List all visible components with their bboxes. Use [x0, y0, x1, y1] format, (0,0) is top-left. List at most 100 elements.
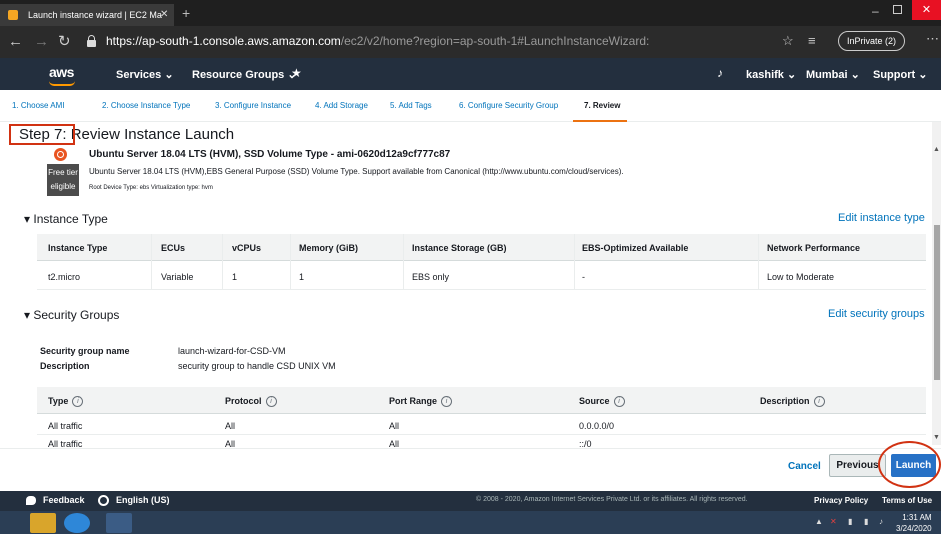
col-header-port-range-label: Port Range — [389, 396, 438, 406]
col-header-port-range[interactable]: Port Range i — [389, 396, 453, 408]
aws-console-footer: Feedback English (US) © 2008 - 2020, Ama… — [0, 491, 941, 511]
col-header-type[interactable]: Type i — [48, 396, 84, 408]
col-header-protocol[interactable]: Protocol i — [225, 396, 277, 408]
security-groups-section-toggle[interactable]: ▾ Security Groups — [24, 308, 119, 322]
language-selector[interactable]: English (US) — [116, 495, 170, 505]
back-arrow-icon[interactable]: ← — [8, 33, 23, 50]
paint-app-icon[interactable] — [106, 513, 132, 533]
terms-of-use-link[interactable]: Terms of Use — [882, 496, 932, 505]
resource-groups-menu[interactable]: Resource Groups ⌄ — [192, 68, 297, 81]
security-groups-heading: Security Groups — [33, 308, 120, 322]
col-header-instance-type[interactable]: Instance Type — [48, 243, 107, 253]
region-menu[interactable]: Mumbai ⌄ — [806, 68, 860, 81]
url-path: /ec2/v2/home?region=ap-south-1#LaunchIns… — [340, 34, 650, 48]
caret-down-icon: ▾ — [24, 308, 34, 322]
cancel-button[interactable]: Cancel — [788, 461, 821, 472]
col-header-instance-storage[interactable]: Instance Storage (GB) — [412, 243, 507, 253]
tab-title: Launch instance wizard | EC2 Ma — [28, 10, 162, 20]
col-divider — [222, 234, 223, 289]
row-divider — [37, 434, 926, 435]
col-header-memory[interactable]: Memory (GiB) — [299, 243, 358, 253]
col-header-description[interactable]: Description i — [760, 396, 825, 408]
info-icon[interactable]: i — [265, 396, 277, 408]
wizard-step-choose-instance-type[interactable]: 2. Choose Instance Type — [102, 101, 190, 110]
tray-wifi-icon[interactable]: ▮ — [848, 517, 852, 526]
free-tier-badge: Free tier eligible — [47, 164, 79, 196]
col-header-source[interactable]: Source i — [579, 396, 625, 408]
lock-icon[interactable] — [87, 35, 96, 47]
pin-icon[interactable]: ★ — [291, 66, 302, 80]
tray-signal-icon[interactable]: ▮ — [864, 517, 868, 526]
tab-close-icon[interactable]: ✕ — [160, 4, 168, 26]
user-menu[interactable]: kashifk ⌄ — [746, 68, 796, 81]
maximize-icon[interactable] — [893, 5, 902, 14]
col-header-ebs-optimized[interactable]: EBS-Optimized Available — [582, 243, 688, 253]
windows-taskbar: ▲ ✕ ▮ ▮ ♪ 1:31 AM 3/24/2020 — [0, 511, 941, 534]
wizard-step-configure-security-group[interactable]: 6. Configure Security Group — [459, 101, 558, 110]
cell-ecus: Variable — [161, 272, 194, 282]
wizard-steps: 1. Choose AMI 2. Choose Instance Type 3.… — [0, 90, 941, 122]
wizard-step-choose-ami[interactable]: 1. Choose AMI — [12, 101, 64, 110]
col-header-ecus[interactable]: ECUs — [161, 243, 185, 253]
instance-type-heading: Instance Type — [33, 212, 108, 226]
info-icon[interactable]: i — [441, 396, 453, 408]
cell-network-performance: Low to Moderate — [767, 272, 835, 282]
support-menu[interactable]: Support ⌄ — [873, 68, 927, 81]
tray-chevron-icon[interactable]: ▲ — [815, 517, 823, 526]
tray-network-icon[interactable]: ✕ — [830, 517, 837, 526]
services-menu[interactable]: Services ⌄ — [116, 68, 174, 81]
free-tier-line2: eligible — [50, 182, 76, 191]
wizard-step-add-storage[interactable]: 4. Add Storage — [315, 101, 368, 110]
forward-arrow-icon[interactable]: → — [34, 33, 49, 50]
free-tier-line1: Free tier — [48, 168, 78, 177]
wizard-step-configure-instance[interactable]: 3. Configure Instance — [215, 101, 291, 110]
edit-instance-type-link[interactable]: Edit instance type — [838, 212, 925, 224]
wizard-step-review[interactable]: 7. Review — [584, 101, 620, 110]
ami-name: Ubuntu Server 18.04 LTS (HVM), SSD Volum… — [89, 149, 451, 160]
minimize-icon[interactable]: – — [872, 4, 879, 18]
info-icon[interactable]: i — [613, 396, 625, 408]
refresh-icon[interactable]: ↻ — [58, 32, 71, 50]
rule-row-1-type: All traffic — [48, 421, 83, 431]
more-menu-icon[interactable]: ⋯ — [926, 31, 939, 47]
aws-console-header: aws Services ⌄ Resource Groups ⌄ ★ ♪ kas… — [0, 58, 941, 90]
favorite-star-icon[interactable]: ☆ — [782, 33, 794, 49]
ami-description: Ubuntu Server 18.04 LTS (HVM),EBS Genera… — [89, 167, 624, 176]
privacy-policy-link[interactable]: Privacy Policy — [814, 496, 868, 505]
new-tab-icon[interactable]: + — [182, 6, 190, 20]
url-field[interactable]: https://ap-south-1.console.aws.amazon.co… — [106, 34, 649, 48]
aws-logo[interactable]: aws — [49, 64, 74, 80]
favorites-bar-icon[interactable]: ≡ — [808, 33, 816, 48]
instance-type-section-toggle[interactable]: ▾ Instance Type — [24, 212, 108, 226]
bell-icon[interactable]: ♪ — [717, 66, 723, 80]
info-icon[interactable]: i — [72, 396, 84, 408]
edit-security-groups-link[interactable]: Edit security groups — [828, 308, 925, 320]
active-step-indicator — [573, 120, 627, 122]
edge-browser-icon[interactable] — [64, 513, 90, 533]
wizard-step-add-tags[interactable]: 5. Add Tags — [390, 101, 432, 110]
system-clock[interactable]: 1:31 AM 3/24/2020 — [896, 512, 932, 534]
scrollbar-thumb[interactable] — [934, 225, 940, 380]
col-divider — [403, 234, 404, 289]
scroll-up-arrow-icon[interactable]: ▲ — [933, 146, 940, 153]
col-header-vcpus[interactable]: vCPUs — [232, 243, 261, 253]
col-divider — [151, 234, 152, 289]
info-icon[interactable]: i — [813, 396, 825, 408]
row-divider — [37, 289, 926, 290]
feedback-link[interactable]: Feedback — [43, 495, 85, 505]
col-header-type-label: Type — [48, 396, 69, 406]
scroll-down-arrow-icon[interactable]: ▼ — [933, 434, 940, 441]
window-close-icon[interactable]: ✕ — [912, 0, 941, 20]
inprivate-badge[interactable]: InPrivate (2) — [838, 31, 906, 51]
cell-memory: 1 — [299, 272, 305, 282]
col-header-network-performance[interactable]: Network Performance — [767, 243, 860, 253]
cell-instance-storage: EBS only — [412, 272, 450, 282]
address-bar: ← → ↻ https://ap-south-1.console.aws.ama… — [0, 26, 941, 58]
browser-tab[interactable]: Launch instance wizard | EC2 Ma ✕ — [0, 4, 174, 26]
tray-volume-icon[interactable]: ♪ — [879, 517, 883, 526]
security-group-desc-label: Description — [40, 361, 90, 371]
security-group-name-value: launch-wizard-for-CSD-VM — [178, 346, 286, 356]
browser-window: Launch instance wizard | EC2 Ma ✕ + – ✕ … — [0, 0, 941, 534]
col-header-description-label: Description — [760, 396, 810, 406]
file-explorer-icon[interactable] — [30, 513, 56, 533]
